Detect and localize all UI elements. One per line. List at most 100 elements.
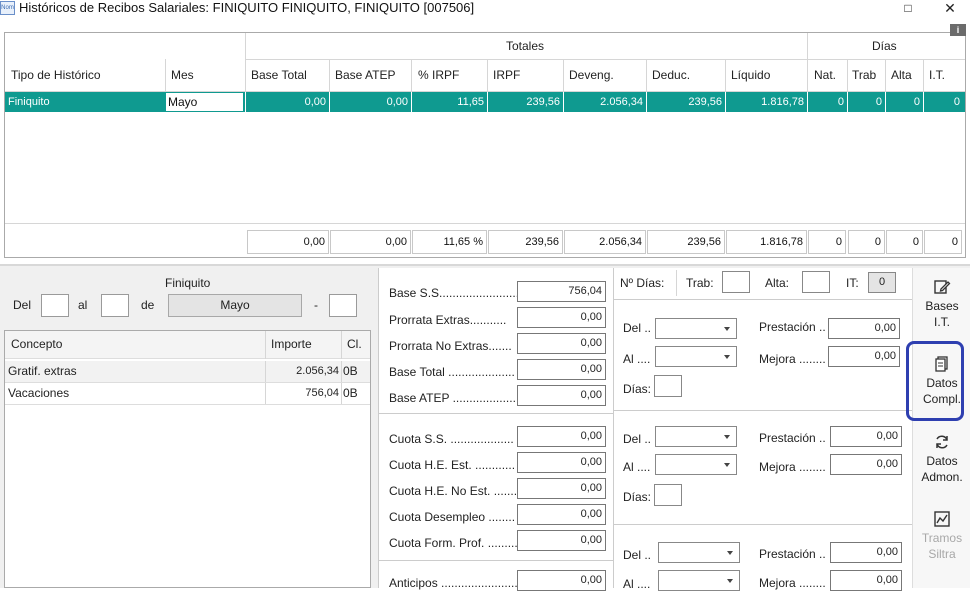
it1-al-label: Al .... <box>623 352 651 366</box>
tramos-siltra-button[interactable]: Tramos Siltra <box>913 510 970 562</box>
dias-group-header: Días <box>872 39 897 53</box>
total-pct-irpf: 11,65 % <box>412 230 487 254</box>
concept-cl: 0B <box>343 364 358 378</box>
chevron-down-icon <box>724 463 730 467</box>
concept-cl: 0B <box>343 386 358 400</box>
base-ss-label: Base S.S......................... <box>389 286 523 300</box>
edit-icon <box>934 280 951 294</box>
it3-prestacion-label: Prestación .. <box>759 547 826 561</box>
it3-del-dropdown[interactable] <box>658 542 740 563</box>
col-deduc-header[interactable]: Deduc. <box>652 68 690 82</box>
it1-del-label: Del .. <box>623 321 652 335</box>
dash-label: - <box>314 298 318 312</box>
it1-prestacion-field[interactable]: 0,00 <box>828 318 900 339</box>
it2-prestacion-field[interactable]: 0,00 <box>830 426 902 447</box>
close-button[interactable]: ✕ <box>943 0 957 16</box>
base-atep-field[interactable]: 0,00 <box>517 385 606 406</box>
table-row-selected[interactable]: Finiquito Mayo 0,00 0,00 11,65 239,56 2.… <box>5 92 965 112</box>
it2-prestacion-label: Prestación .. <box>759 431 826 445</box>
prorrata-no-extras-field[interactable]: 0,00 <box>517 333 606 354</box>
col-base-total-header[interactable]: Base Total <box>251 68 307 82</box>
row-irpf: 239,56 <box>526 96 560 108</box>
cuota-form-prof-label: Cuota Form. Prof. ......... <box>389 536 518 550</box>
bases-it-button[interactable]: Bases I.T. <box>913 278 970 330</box>
it2-del-dropdown[interactable] <box>655 426 737 447</box>
year-input[interactable] <box>329 294 357 317</box>
concept-row[interactable]: Gratif. extras 2.056,34 0B <box>5 361 370 383</box>
it3-prestacion-field[interactable]: 0,00 <box>830 542 902 563</box>
alta-days-field[interactable] <box>802 271 830 293</box>
col-cl-header[interactable]: Cl. <box>347 334 362 355</box>
bases-panel: Base S.S......................... 756,04… <box>378 268 615 591</box>
trab-days-field[interactable] <box>722 271 750 293</box>
row-trab: 0 <box>875 96 882 108</box>
bases-it-label-2: I.T. <box>933 315 950 329</box>
row-pct-irpf: 11,65 <box>457 96 484 108</box>
chevron-down-icon <box>724 327 730 331</box>
col-mes-header[interactable]: Mes <box>171 68 194 82</box>
del-input[interactable] <box>41 294 69 317</box>
datos-admon-button[interactable]: Datos Admon. <box>913 433 970 485</box>
it2-mejora-label: Mejora ........ <box>759 460 826 474</box>
row-alta: 0 <box>913 96 920 108</box>
concept-importe: 2.056,34 <box>296 365 339 377</box>
it2-al-label: Al .... <box>623 460 651 474</box>
it1-del-dropdown[interactable] <box>655 318 737 339</box>
it-panel: Nº Días: Trab: Alta: IT: 0 Del .. Presta… <box>614 268 912 591</box>
col-deveng-header[interactable]: Deveng. <box>569 68 614 82</box>
concept-importe: 756,04 <box>305 387 339 399</box>
chevron-down-icon <box>724 435 730 439</box>
window-title: Históricos de Recibos Salariales: FINIQU… <box>19 0 475 15</box>
it2-mejora-field[interactable]: 0,00 <box>830 454 902 475</box>
it1-mejora-field[interactable]: 0,00 <box>828 346 900 367</box>
tramos-siltra-label-2: Siltra <box>928 547 956 561</box>
col-alta-header[interactable]: Alta <box>891 68 912 82</box>
it3-al-label: Al .... <box>623 577 651 591</box>
it2-dias-field[interactable] <box>654 484 682 506</box>
total-irpf: 239,56 <box>488 230 563 254</box>
it1-al-dropdown[interactable] <box>655 346 737 367</box>
base-ss-field[interactable]: 756,04 <box>517 281 606 302</box>
tramos-siltra-label-1: Tramos <box>921 531 963 545</box>
cuota-desempleo-label: Cuota Desempleo ........ <box>389 510 516 524</box>
alta-label: Alta: <box>765 276 790 290</box>
cuota-desempleo-field[interactable]: 0,00 <box>517 504 606 525</box>
total-nat: 0 <box>808 230 846 254</box>
finiquito-mes-field[interactable]: Mayo <box>168 294 302 317</box>
col-importe-header[interactable]: Importe <box>271 334 312 355</box>
cuota-ss-field[interactable]: 0,00 <box>517 426 606 447</box>
maximize-button[interactable]: □ <box>902 2 914 14</box>
row-base-total: 0,00 <box>304 96 326 108</box>
row-mes-cell[interactable]: Mayo <box>165 92 244 112</box>
col-liquido-header[interactable]: Líquido <box>731 68 770 82</box>
col-concepto-header[interactable]: Concepto <box>11 334 62 355</box>
cuota-he-no-est-field[interactable]: 0,00 <box>517 478 606 499</box>
chevron-down-icon <box>727 579 733 583</box>
col-base-atep-header[interactable]: Base ATEP <box>335 68 395 82</box>
col-irpf-header[interactable]: IRPF <box>493 68 520 82</box>
col-tipo-header[interactable]: Tipo de Histórico <box>11 68 101 82</box>
concepts-table: Concepto Importe Cl. Gratif. extras 2.05… <box>4 330 371 588</box>
it1-dias-field[interactable] <box>654 375 682 397</box>
datos-admon-label-2: Admon. <box>921 470 963 484</box>
base-total-field[interactable]: 0,00 <box>517 359 606 380</box>
historicos-grid: Totales Días Tipo de Histórico Mes Base … <box>4 32 966 258</box>
side-toolbar: Bases I.T. Datos Compl. Datos Admon. Tra… <box>912 268 970 588</box>
total-it: 0 <box>924 230 962 254</box>
cuota-he-est-field[interactable]: 0,00 <box>517 452 606 473</box>
it2-al-dropdown[interactable] <box>655 454 737 475</box>
concept-row[interactable]: Vacaciones 756,04 0B <box>5 383 370 405</box>
cuota-form-prof-field[interactable]: 0,00 <box>517 530 606 551</box>
col-trab-header[interactable]: Trab <box>852 68 876 82</box>
it1-prestacion-label: Prestación .. <box>759 320 826 334</box>
col-it-header[interactable]: I.T. <box>929 68 945 82</box>
row-deduc: 239,56 <box>688 96 722 108</box>
info-icon[interactable]: i <box>950 24 966 36</box>
base-total-label: Base Total .................... <box>389 365 515 379</box>
col-pct-irpf-header[interactable]: % IRPF <box>418 68 459 82</box>
col-nat-header[interactable]: Nat. <box>814 68 836 82</box>
prorrata-no-extras-label: Prorrata No Extras....... <box>389 339 512 353</box>
al-input[interactable] <box>101 294 129 317</box>
finiquito-title: Finiquito <box>165 276 211 290</box>
prorrata-extras-field[interactable]: 0,00 <box>517 307 606 328</box>
